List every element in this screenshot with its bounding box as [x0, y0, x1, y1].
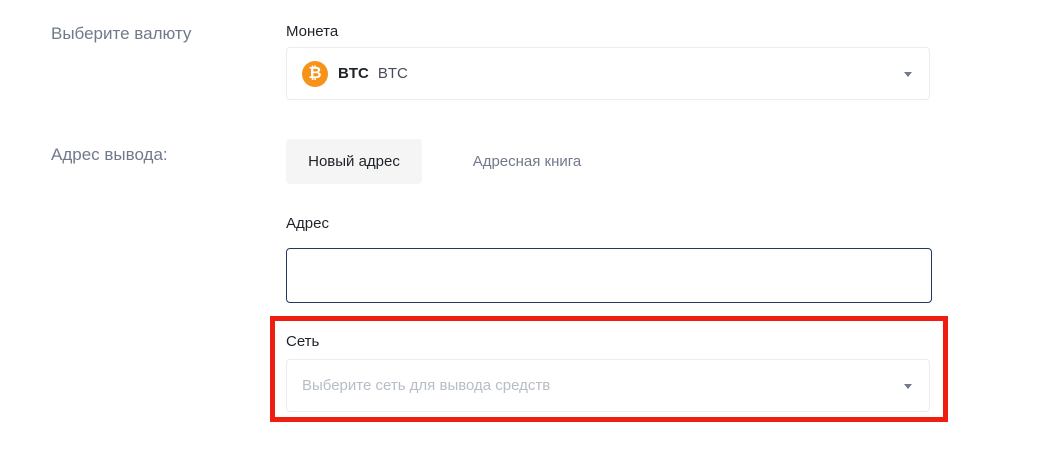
tab-address-book[interactable]: Адресная книга	[452, 139, 602, 184]
bitcoin-icon: ₿	[302, 60, 328, 87]
network-select[interactable]: Выберите сеть для вывода средств	[286, 359, 930, 412]
coin-name: BTC	[377, 65, 408, 82]
chevron-down-icon	[904, 71, 912, 77]
coin-select[interactable]: ₿ BTC BTC	[286, 47, 930, 100]
address-field-label: Адрес	[286, 215, 329, 232]
withdraw-address-label: Адрес вывода:	[51, 145, 168, 164]
chevron-down-icon	[904, 383, 912, 389]
tab-new-address[interactable]: Новый адрес	[286, 139, 422, 184]
address-input[interactable]	[286, 248, 932, 303]
select-currency-label: Выберите валюту	[51, 24, 192, 43]
coin-field-label: Монета	[286, 23, 339, 40]
coin-symbol: BTC	[338, 65, 369, 82]
network-placeholder: Выберите сеть для вывода средств	[302, 377, 551, 394]
network-field-label: Сеть	[286, 333, 320, 350]
